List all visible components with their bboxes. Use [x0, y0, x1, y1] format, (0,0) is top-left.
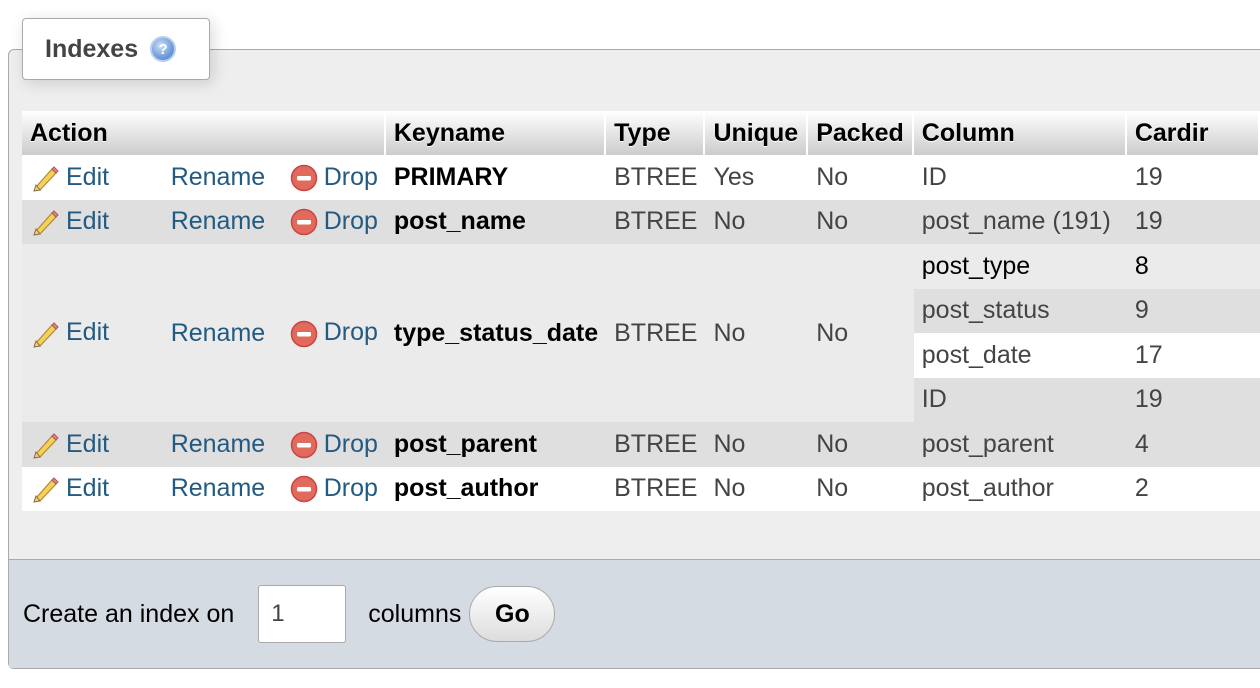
column-cell: post_status — [913, 288, 1127, 333]
column-cell: post_name (191) — [913, 199, 1127, 244]
pencil-icon — [33, 433, 59, 459]
column-cell: post_parent — [913, 422, 1127, 467]
pencil-icon — [33, 166, 59, 192]
unique-cell: No — [705, 199, 809, 244]
index-row: Edit Rename Drop post_name BTREE No No post_nam… — [22, 199, 1260, 244]
cardinality-cell: 19 — [1126, 199, 1260, 244]
keyname-cell: post_author — [385, 466, 607, 511]
rename-link[interactable]: Rename — [171, 474, 266, 502]
rename-link[interactable]: Rename — [171, 430, 266, 458]
drop-icon — [290, 164, 317, 192]
drop-link[interactable]: Drop — [290, 474, 378, 503]
unique-cell: Yes — [705, 155, 809, 200]
drop-label: Drop — [323, 474, 378, 503]
drop-icon — [290, 320, 317, 347]
type-cell: BTREE — [606, 155, 706, 200]
drop-label: Drop — [323, 162, 378, 191]
cardinality-cell: 19 — [1126, 155, 1260, 200]
cardinality-cell: 2 — [1126, 466, 1260, 511]
cardinality-cell: 4 — [1126, 422, 1260, 467]
cardinality-cell: 19 — [1126, 377, 1260, 422]
index-row: Edit Rename Drop post_parent BTREE No No post_p… — [22, 422, 1260, 467]
create-index-label: Create an index on — [23, 599, 235, 628]
header-column: Column — [913, 111, 1127, 155]
drop-icon — [290, 431, 317, 459]
header-action: Action — [22, 111, 386, 155]
edit-label: Edit — [66, 162, 110, 191]
type-cell: BTREE — [606, 199, 706, 244]
keyname-cell: type_status_date — [385, 244, 607, 422]
edit-label: Edit — [66, 318, 110, 347]
packed-cell: No — [808, 199, 914, 244]
rename-link[interactable]: Rename — [171, 319, 266, 347]
header-cardinality[interactable]: Cardir — [1126, 111, 1260, 155]
index-row: Edit Rename Drop post_author BTREE No No post_a… — [22, 466, 1260, 511]
drop-link[interactable]: Drop — [290, 207, 378, 236]
columns-label: columns — [368, 599, 462, 628]
index-row: Edit Rename Drop type_status_date BTREE No No p… — [22, 244, 1260, 422]
indexes-legend: Indexes ? — [22, 18, 210, 80]
keyname-cell: post_name — [385, 199, 607, 244]
type-cell: BTREE — [606, 466, 706, 511]
edit-label: Edit — [66, 429, 110, 458]
unique-cell: No — [705, 422, 809, 467]
help-icon[interactable]: ? — [150, 36, 177, 62]
drop-label: Drop — [323, 429, 378, 458]
drop-icon — [290, 476, 317, 503]
create-index-bar: Create an index on columns Go — [9, 559, 1260, 668]
cardinality-cell: 9 — [1126, 288, 1260, 333]
column-cell: post_type — [913, 244, 1127, 289]
pencil-icon — [33, 477, 59, 504]
column-cell: ID — [913, 377, 1127, 422]
unique-cell: No — [705, 244, 809, 422]
edit-label: Edit — [66, 207, 110, 236]
header-keyname: Keyname — [385, 111, 607, 155]
drop-label: Drop — [323, 207, 378, 236]
column-cell: post_author — [913, 466, 1127, 511]
drop-label: Drop — [323, 318, 378, 347]
header-type: Type — [606, 111, 706, 155]
type-cell: BTREE — [606, 422, 706, 467]
packed-cell: No — [808, 155, 914, 200]
section-title: Indexes — [45, 34, 139, 63]
index-row: Edit Rename Drop PRIMARY BTREE Yes No ID 19 — [22, 155, 1260, 200]
edit-link[interactable]: Edit — [30, 318, 110, 348]
indexes-table: Action Keyname Type Unique Packed Column… — [22, 111, 1260, 511]
header-packed: Packed — [808, 111, 914, 155]
keyname-cell: post_parent — [385, 422, 607, 467]
packed-cell: No — [808, 422, 914, 467]
pencil-icon — [33, 321, 59, 348]
packed-cell: No — [808, 244, 914, 422]
rename-link[interactable]: Rename — [171, 163, 266, 191]
rename-link[interactable]: Rename — [171, 207, 266, 235]
cardinality-cell: 8 — [1126, 244, 1260, 289]
drop-link[interactable]: Drop — [290, 318, 378, 347]
drop-link[interactable]: Drop — [290, 162, 378, 192]
edit-link[interactable]: Edit — [30, 162, 110, 192]
edit-label: Edit — [66, 474, 110, 503]
packed-cell: No — [808, 466, 914, 511]
edit-link[interactable]: Edit — [30, 207, 110, 237]
columns-count-input[interactable] — [258, 585, 347, 643]
column-cell: ID — [913, 155, 1127, 200]
unique-cell: No — [705, 466, 809, 511]
header-unique: Unique — [705, 111, 809, 155]
edit-link[interactable]: Edit — [30, 474, 110, 504]
edit-link[interactable]: Edit — [30, 429, 110, 459]
type-cell: BTREE — [606, 244, 706, 422]
pencil-icon — [33, 210, 59, 237]
cardinality-cell: 17 — [1126, 333, 1260, 378]
keyname-cell: PRIMARY — [385, 155, 607, 200]
drop-icon — [290, 209, 317, 236]
go-button[interactable]: Go — [469, 586, 556, 642]
column-cell: post_date — [913, 333, 1127, 378]
drop-link[interactable]: Drop — [290, 429, 378, 459]
